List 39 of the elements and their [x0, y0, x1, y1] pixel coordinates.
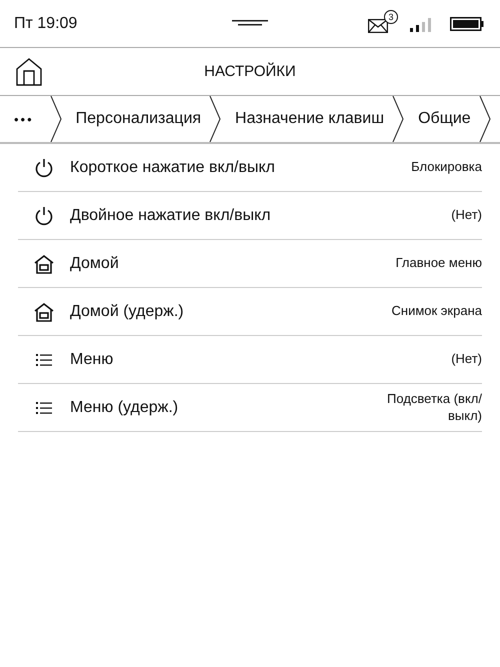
settings-row[interactable]: Короткое нажатие вкл/выкл Блокировка	[18, 144, 482, 192]
power-icon	[34, 158, 54, 178]
setting-value: (Нет)	[451, 207, 482, 224]
setting-value: Блокировка	[411, 159, 482, 176]
home-icon	[33, 254, 55, 274]
power-icon	[34, 206, 54, 226]
list-icon	[36, 354, 52, 366]
breadcrumb-item[interactable]: Персонализация	[62, 110, 210, 128]
chevron-icon	[209, 96, 222, 142]
settings-row[interactable]: Домой Главное меню	[18, 240, 482, 288]
home-button[interactable]	[16, 58, 42, 86]
notification-badge: 3	[384, 10, 398, 24]
list-icon	[36, 402, 52, 414]
settings-row[interactable]: Меню (удерж.) Подсветка (вкл/выкл)	[18, 384, 482, 432]
breadcrumb-item[interactable]: Назначение клавиш	[221, 110, 392, 128]
page-title: НАСТРОЙКИ	[203, 63, 297, 80]
envelope-icon	[368, 18, 388, 32]
battery-icon	[450, 16, 484, 30]
setting-label: Меню (удерж.)	[70, 398, 180, 416]
setting-label: Меню	[70, 350, 114, 368]
drag-handle-icon	[232, 20, 268, 26]
more-button[interactable]: •••	[10, 112, 50, 126]
setting-value: Снимок экрана	[392, 303, 482, 320]
chevron-icon	[392, 96, 404, 142]
settings-row[interactable]: Домой (удерж.) Снимок экрана	[18, 288, 482, 336]
chevron-icon	[50, 96, 62, 142]
setting-value: (Нет)	[451, 351, 482, 368]
setting-label: Двойное нажатие вкл/выкл	[70, 206, 272, 224]
setting-label: Короткое нажатие вкл/выкл	[70, 158, 276, 176]
setting-value: Подсветка (вкл/выкл)	[386, 390, 482, 424]
setting-label: Домой	[70, 254, 120, 272]
status-time: Пт 19:09	[14, 14, 78, 32]
home-icon	[33, 302, 55, 322]
settings-row[interactable]: Меню (Нет)	[18, 336, 482, 384]
settings-row[interactable]: Двойное нажатие вкл/выкл (Нет)	[18, 192, 482, 240]
chevron-icon	[478, 96, 491, 142]
breadcrumb-item[interactable]: Общие	[404, 110, 479, 128]
setting-label: Домой (удерж.)	[70, 302, 185, 320]
setting-value: Главное меню	[396, 255, 482, 272]
